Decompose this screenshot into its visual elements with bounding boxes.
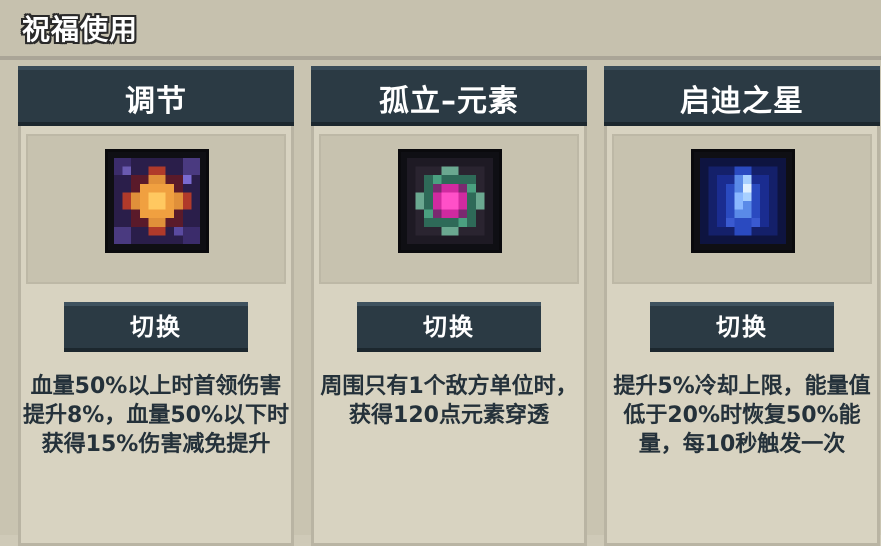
blessing-description: 提升5%冷却上限，能量值低于20%时恢复50%能量，每10秒触发一次 xyxy=(613,374,871,457)
blessing-card-adjust: 调节 切换 血量50%以上时首领伤害提升8%，血量50%以下时获得15%伤害减免… xyxy=(18,66,294,546)
blessing-description: 血量50%以上时首领伤害提升8%，血量50%以下时获得15%伤害减免提升 xyxy=(22,374,289,457)
card-header: 调节 xyxy=(18,66,294,126)
page-title: 祝福使用 xyxy=(22,13,139,46)
icon-box xyxy=(26,134,286,284)
switch-button[interactable]: 切换 xyxy=(357,302,541,352)
switch-button[interactable]: 切换 xyxy=(64,302,248,352)
icon-box xyxy=(612,134,872,284)
card-title: 调节 xyxy=(125,84,187,119)
blessing-card-isolated-element: 孤立–元素 切换 周围只有1个敌方单位时，获得120点元素穿透 xyxy=(311,66,587,546)
isolated-element-icon xyxy=(401,152,499,250)
blessing-card-enlightenment-star: 启迪之星 切换 提升5%冷却上限，能量值低于20%时恢复50%能量，每10秒触发… xyxy=(604,66,880,546)
card-title: 启迪之星 xyxy=(680,84,804,119)
blessing-description: 周围只有1个敌方单位时，获得120点元素穿透 xyxy=(320,374,578,428)
icon-box xyxy=(319,134,579,284)
card-header: 孤立–元素 xyxy=(311,66,587,126)
card-header: 启迪之星 xyxy=(604,66,880,126)
top-bar: 祝福使用 xyxy=(0,0,881,60)
card-title: 孤立–元素 xyxy=(379,84,519,119)
switch-button[interactable]: 切换 xyxy=(650,302,834,352)
enlightenment-star-icon xyxy=(694,152,792,250)
adjust-blessing-icon xyxy=(108,152,206,250)
